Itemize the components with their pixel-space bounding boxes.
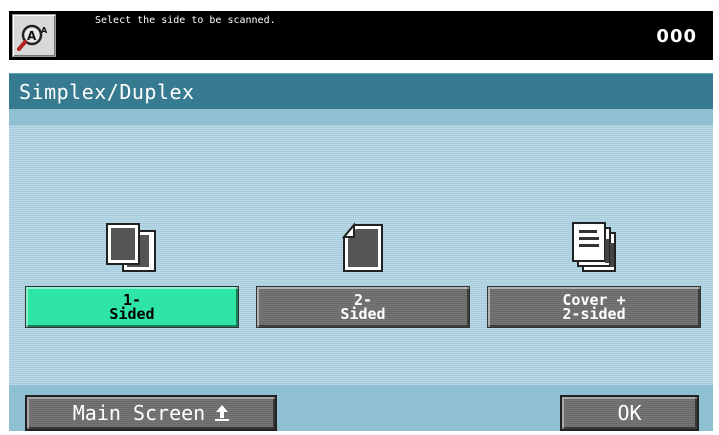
svg-text:A: A bbox=[41, 26, 48, 35]
option-cover-2-sided-label: Cover + 2-sided bbox=[562, 291, 626, 323]
option-2-sided-label: 2- Sided bbox=[340, 291, 386, 323]
accessibility-button[interactable]: A A bbox=[12, 14, 56, 57]
single-sided-pages-icon bbox=[106, 223, 156, 272]
option-1-sided-label: 1- Sided bbox=[109, 291, 155, 323]
ok-button[interactable]: OK bbox=[560, 395, 699, 431]
status-message: Select the side to be scanned. bbox=[95, 15, 276, 26]
up-arrow-icon bbox=[215, 405, 230, 421]
message-bar: A A Select the side to be scanned. 000 bbox=[9, 11, 713, 60]
double-sided-page-icon bbox=[341, 222, 383, 272]
copy-counter: 000 bbox=[656, 26, 697, 47]
main-screen-label: Main Screen bbox=[72, 401, 206, 425]
page-title: Simplex/Duplex bbox=[19, 80, 195, 104]
svg-text:A: A bbox=[27, 29, 37, 43]
option-2-sided-button[interactable]: 2- Sided bbox=[256, 286, 470, 328]
accessibility-magnifier-icon: A A bbox=[17, 24, 48, 51]
cover-stack-icon bbox=[572, 222, 616, 272]
option-1-sided-button[interactable]: 1- Sided bbox=[25, 286, 239, 328]
panel-top-strip bbox=[9, 109, 713, 125]
ok-label: OK bbox=[617, 401, 642, 425]
option-cover-2-sided-button[interactable]: Cover + 2-sided bbox=[487, 286, 701, 328]
main-screen-button[interactable]: Main Screen bbox=[25, 395, 277, 431]
title-bar: Simplex/Duplex bbox=[9, 73, 713, 109]
